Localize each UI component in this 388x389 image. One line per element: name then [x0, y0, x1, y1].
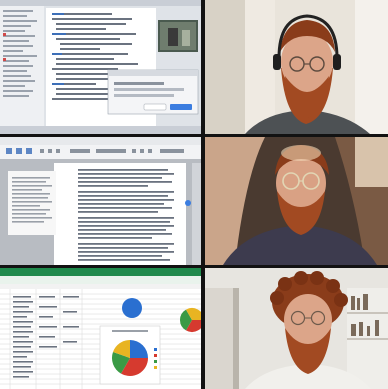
video-frame-person-curly-hair	[205, 268, 388, 389]
photo-collage	[0, 0, 388, 389]
word-processor-screenshot	[0, 137, 201, 265]
code-editor-screenshot	[0, 0, 201, 134]
spreadsheet-screenshot	[0, 268, 201, 389]
video-frame-person-headphones	[205, 0, 388, 134]
video-frame-person-round-glasses	[205, 137, 388, 265]
